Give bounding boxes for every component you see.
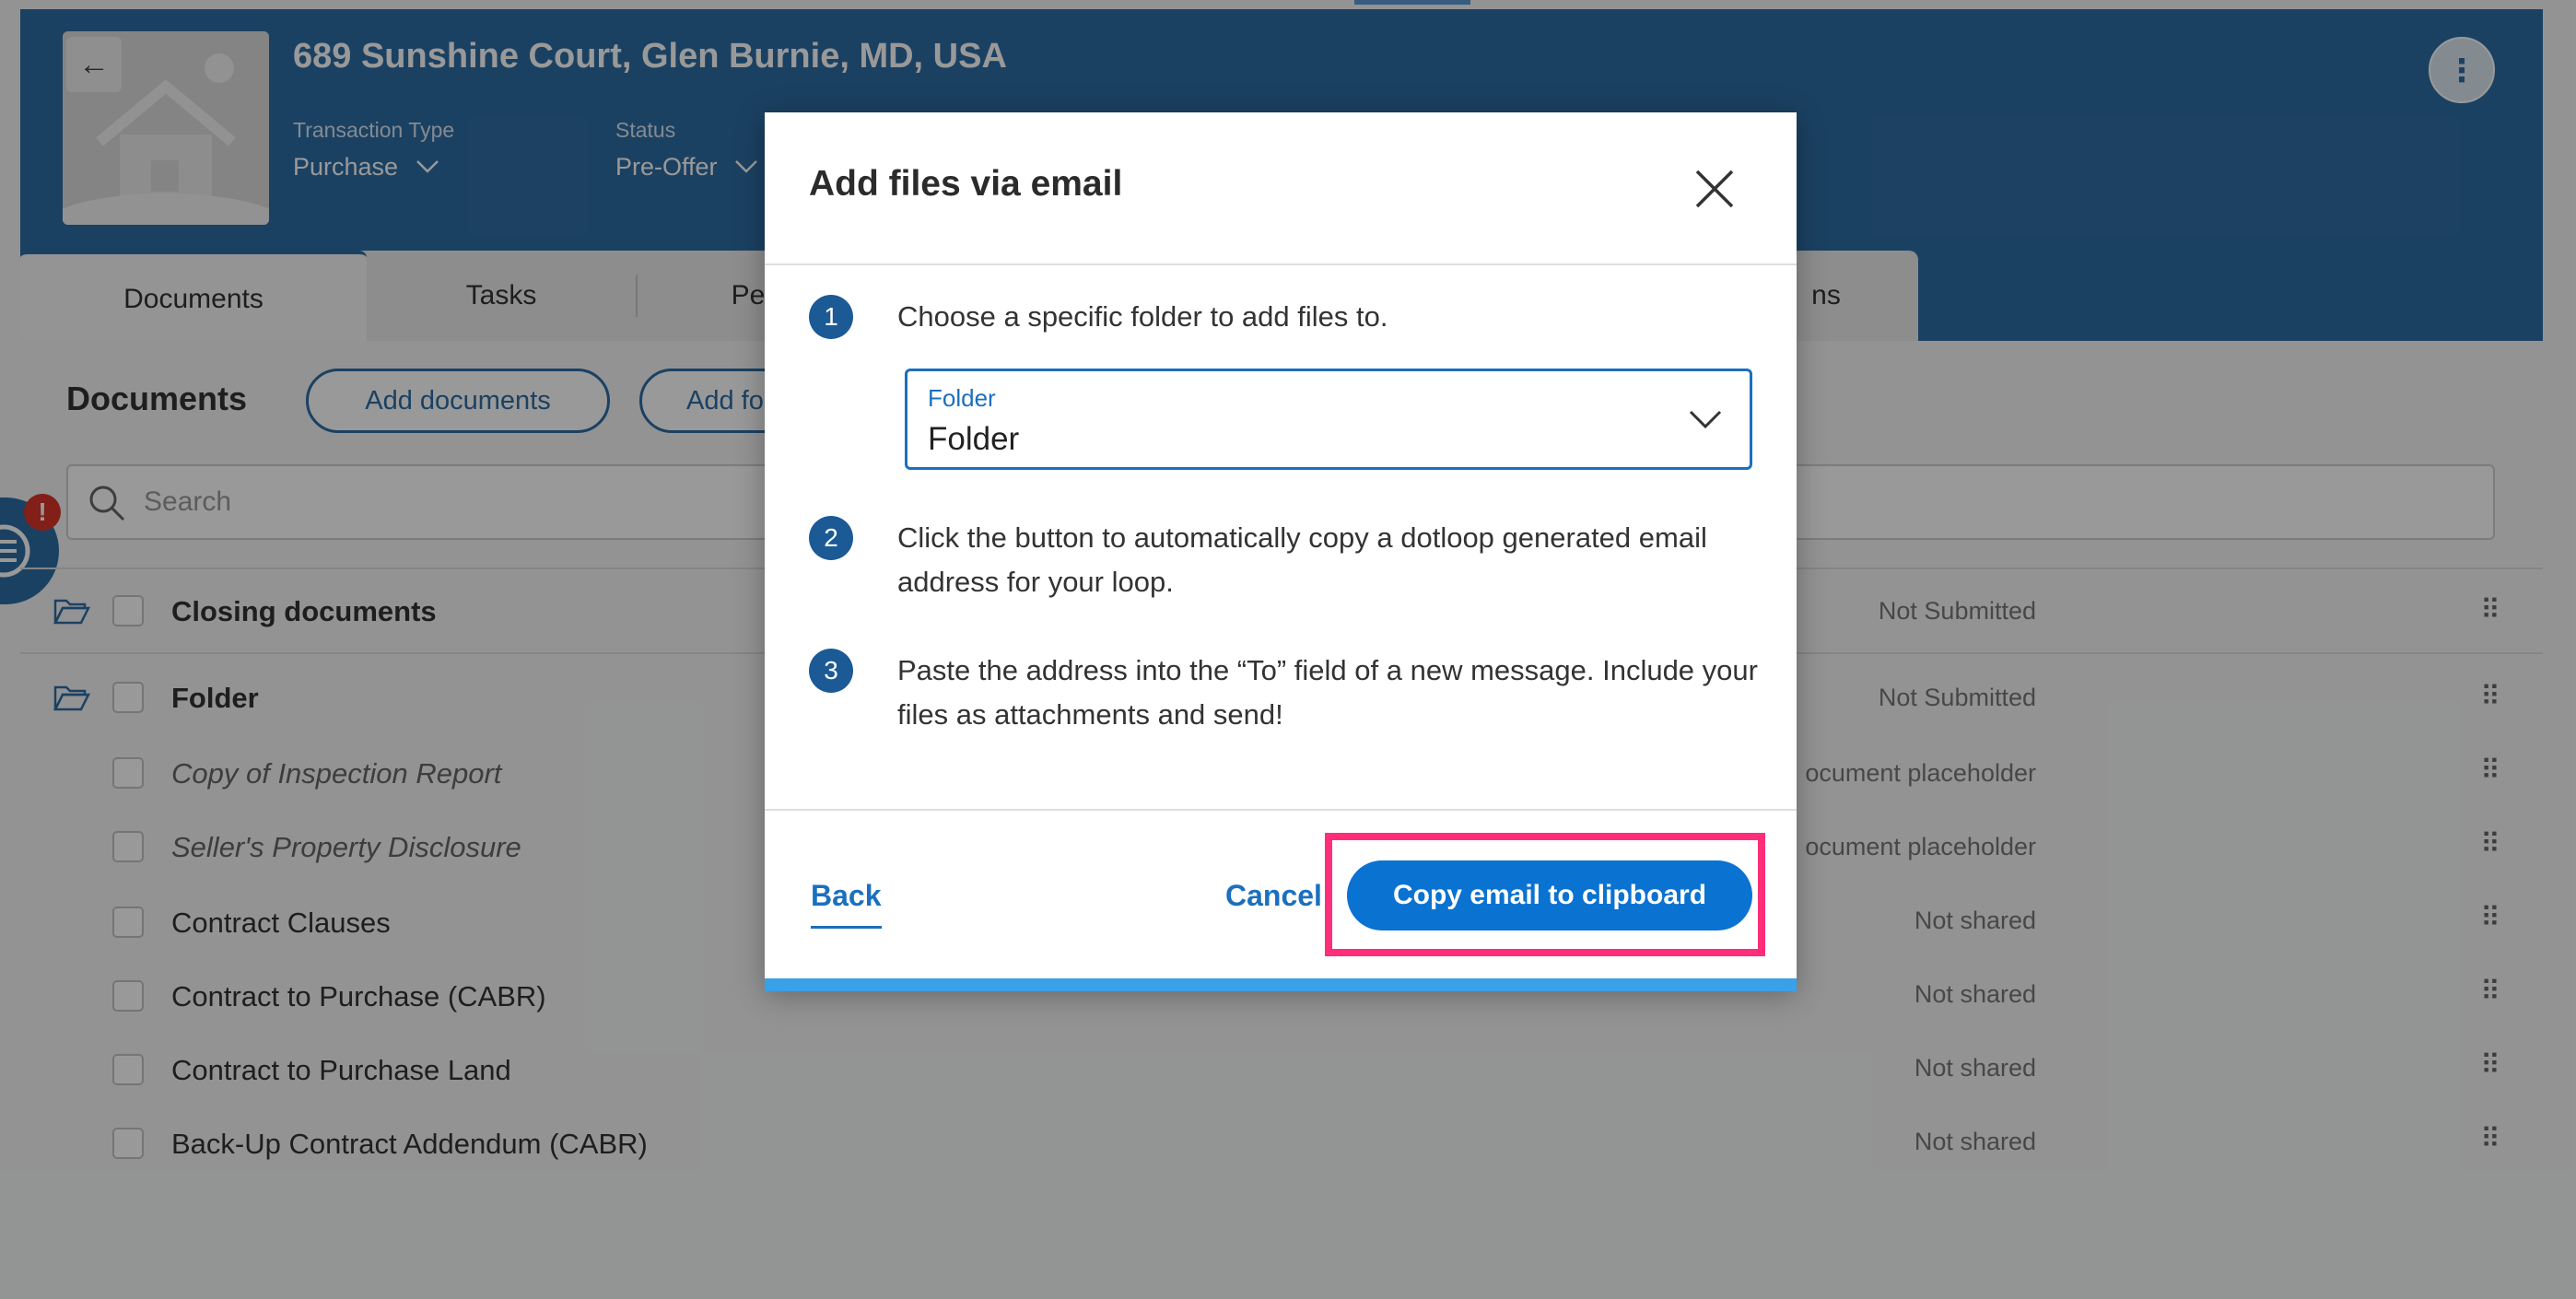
cancel-button[interactable]: Cancel: [1225, 879, 1322, 913]
dialog-footer-divider: [765, 809, 1797, 811]
copy-email-to-clipboard-button[interactable]: Copy email to clipboard: [1347, 860, 1752, 930]
dialog-title: Add files via email: [809, 164, 1123, 204]
dialog-divider: [765, 263, 1797, 265]
step-number-2: 2: [809, 516, 853, 560]
step-3-text: Paste the address into the “To” field of…: [897, 654, 1758, 731]
step-number-3: 3: [809, 649, 853, 693]
folder-select[interactable]: Folder Folder: [905, 369, 1752, 470]
folder-select-value: Folder: [928, 421, 1020, 457]
step-1-text: Choose a specific folder to add files to…: [897, 300, 1388, 333]
step-2-text: Click the button to automatically copy a…: [897, 521, 1707, 598]
close-icon[interactable]: [1690, 164, 1739, 214]
back-button[interactable]: Back: [811, 879, 882, 929]
dialog-progress-bar: [765, 978, 1797, 991]
chevron-down-icon: [1689, 410, 1722, 429]
folder-select-label: Folder: [928, 384, 996, 412]
step-number-1: 1: [809, 295, 853, 339]
add-files-via-email-dialog: Add files via email 1 Choose a specific …: [765, 112, 1797, 991]
